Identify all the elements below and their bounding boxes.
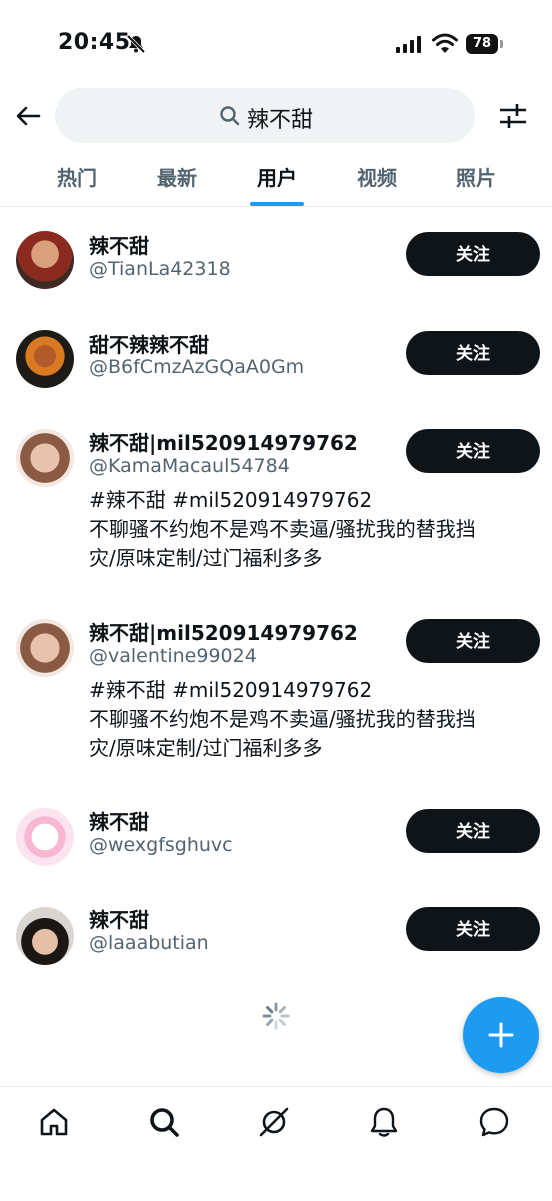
- user-name: 辣不甜: [89, 234, 149, 258]
- battery-indicator: 78: [466, 34, 504, 54]
- user-name: 辣不甜: [89, 810, 149, 834]
- bio-line: 灾/原味定制/过门福利多多: [89, 736, 323, 760]
- follow-button[interactable]: 关注: [406, 232, 540, 276]
- sliders-icon[interactable]: [498, 101, 528, 131]
- bio-line: #辣不甜 #mil520914979762: [89, 678, 373, 702]
- plus-icon: [488, 1022, 514, 1048]
- user-name: 辣不甜|mil520914979762: [89, 621, 358, 645]
- bio-line: 灾/原味定制/过门福利多多: [89, 546, 323, 570]
- compose-button[interactable]: [463, 997, 539, 1073]
- avatar[interactable]: [16, 619, 74, 677]
- tab-videos[interactable]: 视频: [337, 162, 417, 191]
- user-handle: @valentine99024: [89, 645, 257, 667]
- user-handle: @B6fCmzAzGQaA0Gm: [89, 356, 305, 378]
- search-icon: [220, 106, 240, 126]
- avatar[interactable]: [16, 330, 74, 388]
- bio-line: 不聊骚不约炮不是鸡不卖逼/骚扰我的替我挡: [89, 517, 476, 541]
- user-name: 辣不甜|mil520914979762: [89, 431, 358, 455]
- battery-percent: 78: [472, 36, 492, 51]
- active-tab-indicator: [250, 202, 304, 206]
- user-handle: @wexgfsghuvc: [89, 834, 233, 856]
- status-time: 20:45: [58, 30, 131, 55]
- bio-line: 不聊骚不约炮不是鸡不卖逼/骚扰我的替我挡: [89, 707, 476, 731]
- avatar[interactable]: [16, 429, 74, 487]
- follow-button[interactable]: 关注: [406, 619, 540, 663]
- avatar[interactable]: [16, 808, 74, 866]
- grok-icon[interactable]: [257, 1105, 291, 1139]
- status-bar: 20:45 78: [0, 0, 552, 88]
- avatar[interactable]: [16, 231, 74, 289]
- tab-users[interactable]: 用户: [237, 162, 317, 191]
- bottom-nav: [0, 1086, 552, 1201]
- search-tabs: 热门 最新 用户 视频 照片: [0, 148, 552, 207]
- user-bio: #辣不甜 #mil520914979762 不聊骚不约炮不是鸡不卖逼/骚扰我的替…: [89, 486, 529, 573]
- user-name: 辣不甜: [89, 908, 149, 932]
- avatar[interactable]: [16, 907, 74, 965]
- follow-button[interactable]: 关注: [406, 429, 540, 473]
- follow-button[interactable]: 关注: [406, 907, 540, 951]
- tab-latest[interactable]: 最新: [137, 162, 217, 191]
- bell-off-icon: [126, 34, 146, 54]
- follow-button[interactable]: 关注: [406, 809, 540, 853]
- user-handle: @laaabutian: [89, 932, 209, 954]
- search-input[interactable]: 辣不甜: [55, 88, 475, 143]
- wifi-icon: [432, 33, 458, 53]
- loading-spinner-icon: [262, 1002, 290, 1030]
- arrow-left-icon[interactable]: [14, 102, 42, 130]
- user-bio: #辣不甜 #mil520914979762 不聊骚不约炮不是鸡不卖逼/骚扰我的替…: [89, 676, 529, 763]
- search-query: 辣不甜: [247, 108, 314, 133]
- search-icon[interactable]: [147, 1105, 181, 1139]
- message-icon[interactable]: [477, 1105, 511, 1139]
- bell-icon[interactable]: [367, 1105, 401, 1139]
- user-handle: @KamaMacaul54784: [89, 455, 290, 477]
- tab-hot[interactable]: 热门: [37, 162, 117, 191]
- user-handle: @TianLa42318: [89, 258, 231, 280]
- follow-button[interactable]: 关注: [406, 331, 540, 375]
- user-name: 甜不辣辣不甜: [89, 333, 209, 357]
- signal-icon: [396, 36, 421, 53]
- tab-photos[interactable]: 照片: [436, 162, 516, 191]
- bio-line: #辣不甜 #mil520914979762: [89, 488, 373, 512]
- home-icon[interactable]: [37, 1105, 71, 1139]
